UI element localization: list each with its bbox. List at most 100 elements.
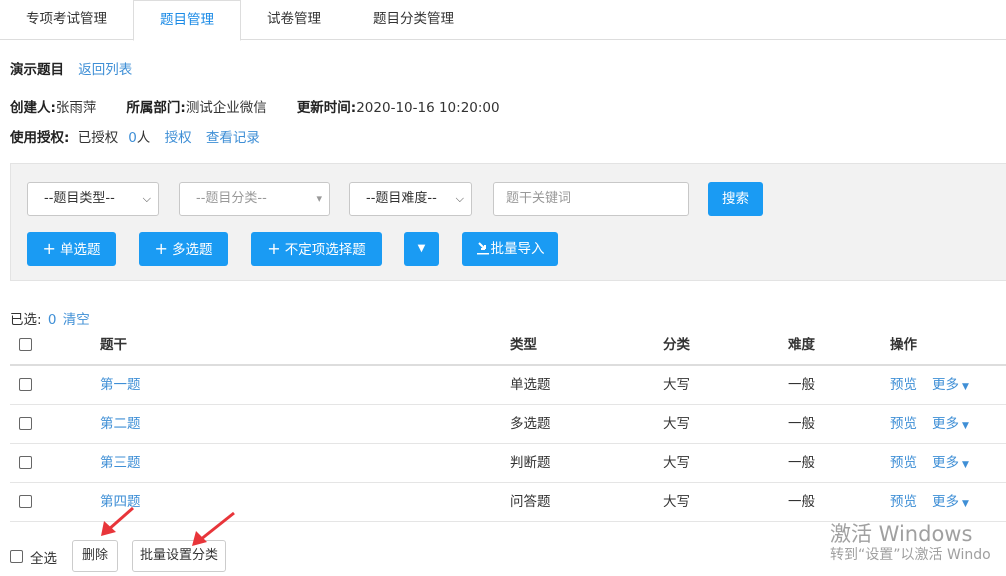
- caret-down-icon: ▼: [962, 382, 969, 392]
- plus-icon: +: [154, 239, 168, 258]
- plus-icon: +: [267, 239, 281, 258]
- batch-import-label: 批量导入: [490, 241, 545, 257]
- header-type: 类型: [510, 337, 537, 353]
- more-label: 更多: [932, 494, 959, 510]
- question-bank-name: 演示题目: [10, 62, 64, 78]
- tab-category-management[interactable]: 题目分类管理: [347, 0, 480, 40]
- keyword-input[interactable]: 题干关键词: [493, 182, 689, 216]
- question-difficulty: 一般: [788, 377, 815, 393]
- preview-link[interactable]: 预览: [890, 483, 917, 521]
- selection-summary: 已选: 0 清空: [10, 308, 90, 328]
- batch-import-button[interactable]: 批量导入: [462, 232, 558, 266]
- tab-special-exam[interactable]: 专项考试管理: [0, 0, 133, 40]
- batch-set-category-button[interactable]: 批量设置分类: [132, 540, 226, 572]
- more-dropdown[interactable]: 更多 ▼: [932, 444, 969, 484]
- more-label: 更多: [932, 377, 959, 393]
- caret-down-icon: ▼: [417, 243, 426, 254]
- creator-value: 张雨萍: [55, 100, 97, 116]
- question-category-select-value: --题目分类--: [196, 191, 267, 206]
- difficulty-select[interactable]: --题目难度-- ⌵: [349, 182, 472, 216]
- question-type-select[interactable]: --题目类型-- ⌵: [27, 182, 159, 216]
- row-checkbox[interactable]: [19, 495, 32, 508]
- view-log-link[interactable]: 查看记录: [206, 130, 260, 146]
- select-all-label[interactable]: 全选: [30, 547, 57, 567]
- difficulty-select-value: --题目难度--: [366, 191, 437, 206]
- select-all-checkbox[interactable]: [10, 550, 23, 563]
- add-multi-choice-label: 多选题: [171, 242, 213, 258]
- header-category: 分类: [663, 337, 690, 353]
- question-category: 大写: [663, 416, 690, 432]
- question-stem-link[interactable]: 第二题: [100, 405, 141, 443]
- add-multi-choice-button[interactable]: + 多选题: [139, 232, 228, 266]
- question-category-select[interactable]: --题目分类-- ▾: [179, 182, 330, 216]
- caret-down-icon: ▾: [316, 192, 322, 205]
- question-stem-link[interactable]: 第四题: [100, 483, 141, 521]
- dept-label: 所属部门:: [126, 100, 186, 116]
- tab-paper-management[interactable]: 试卷管理: [241, 0, 347, 40]
- row-checkbox[interactable]: [19, 378, 32, 391]
- table-row: 第四题 问答题 大写 一般 预览 更多 ▼: [10, 483, 1006, 522]
- table-row: 第三题 判断题 大写 一般 预览 更多 ▼: [10, 444, 1006, 483]
- add-single-choice-label: 单选题: [59, 242, 101, 258]
- question-type: 问答题: [510, 494, 551, 510]
- question-type: 判断题: [510, 455, 551, 471]
- more-label: 更多: [932, 455, 959, 471]
- question-type: 多选题: [510, 416, 551, 432]
- back-to-list-link[interactable]: 返回列表: [78, 62, 132, 78]
- preview-link[interactable]: 预览: [890, 366, 917, 404]
- chevron-down-icon: ⌵: [455, 192, 464, 205]
- header-difficulty: 难度: [788, 337, 815, 353]
- more-dropdown[interactable]: 更多 ▼: [932, 483, 969, 523]
- windows-activation-hint: 转到“设置”以激活 Windo: [830, 547, 991, 563]
- grant-link[interactable]: 授权: [165, 130, 192, 146]
- question-category: 大写: [663, 377, 690, 393]
- question-difficulty: 一般: [788, 494, 815, 510]
- authorized-suffix: 人: [136, 130, 151, 146]
- search-button[interactable]: 搜索: [708, 182, 763, 216]
- add-indefinite-choice-label: 不定项选择题: [284, 242, 366, 258]
- meta-info: 创建人:张雨萍 所属部门:测试企业微信 更新时间:2020-10-16 10:2…: [10, 96, 530, 116]
- more-label: 更多: [932, 416, 959, 432]
- updated-label: 更新时间:: [296, 100, 357, 116]
- authorization-row: 使用授权: 已授权 0人 授权 查看记录: [10, 126, 260, 146]
- preview-link[interactable]: 预览: [890, 405, 917, 443]
- header-stem: 题干: [100, 337, 127, 353]
- question-stem-link[interactable]: 第三题: [100, 444, 141, 482]
- question-type-select-value: --题目类型--: [44, 191, 115, 206]
- caret-down-icon: ▼: [962, 499, 969, 509]
- table-header: 题干 类型 分类 难度 操作: [10, 326, 1006, 366]
- question-bank-header: 演示题目 返回列表: [10, 58, 132, 78]
- header-actions: 操作: [890, 337, 917, 353]
- filter-panel: --题目类型-- ⌵ --题目分类-- ▾ --题目难度-- ⌵ 题干关键词 搜…: [10, 163, 1006, 281]
- creator-label: 创建人:: [10, 100, 56, 116]
- caret-down-icon: ▼: [962, 421, 969, 431]
- question-difficulty: 一般: [788, 455, 815, 471]
- more-dropdown[interactable]: 更多 ▼: [932, 366, 969, 406]
- authorized-prefix: 已授权: [77, 130, 119, 146]
- preview-link[interactable]: 预览: [890, 444, 917, 482]
- question-category: 大写: [663, 494, 690, 510]
- delete-button[interactable]: 删除: [72, 540, 118, 572]
- table-row: 第二题 多选题 大写 一般 预览 更多 ▼: [10, 405, 1006, 444]
- caret-down-icon: ▼: [962, 460, 969, 470]
- question-difficulty: 一般: [788, 416, 815, 432]
- tab-bar: 专项考试管理 题目管理 试卷管理 题目分类管理: [0, 0, 1006, 41]
- more-dropdown[interactable]: 更多 ▼: [932, 405, 969, 445]
- auth-label: 使用授权:: [10, 130, 70, 146]
- tab-question-management[interactable]: 题目管理: [133, 0, 241, 41]
- more-add-types-dropdown[interactable]: ▼: [404, 232, 439, 266]
- row-checkbox[interactable]: [19, 417, 32, 430]
- row-checkbox[interactable]: [19, 456, 32, 469]
- import-icon: [476, 242, 489, 255]
- updated-value: 2020-10-16 10:20:00: [356, 100, 500, 116]
- add-indefinite-choice-button[interactable]: + 不定项选择题: [251, 232, 382, 266]
- plus-icon: +: [42, 239, 56, 258]
- select-all-header-checkbox[interactable]: [19, 338, 32, 351]
- dept-value: 测试企业微信: [185, 100, 267, 116]
- authorized-count[interactable]: 0: [128, 130, 137, 146]
- question-type: 单选题: [510, 377, 551, 393]
- table-row: 第一题 单选题 大写 一般 预览 更多 ▼: [10, 366, 1006, 405]
- question-stem-link[interactable]: 第一题: [100, 366, 141, 404]
- chevron-down-icon: ⌵: [142, 192, 151, 205]
- add-single-choice-button[interactable]: + 单选题: [27, 232, 116, 266]
